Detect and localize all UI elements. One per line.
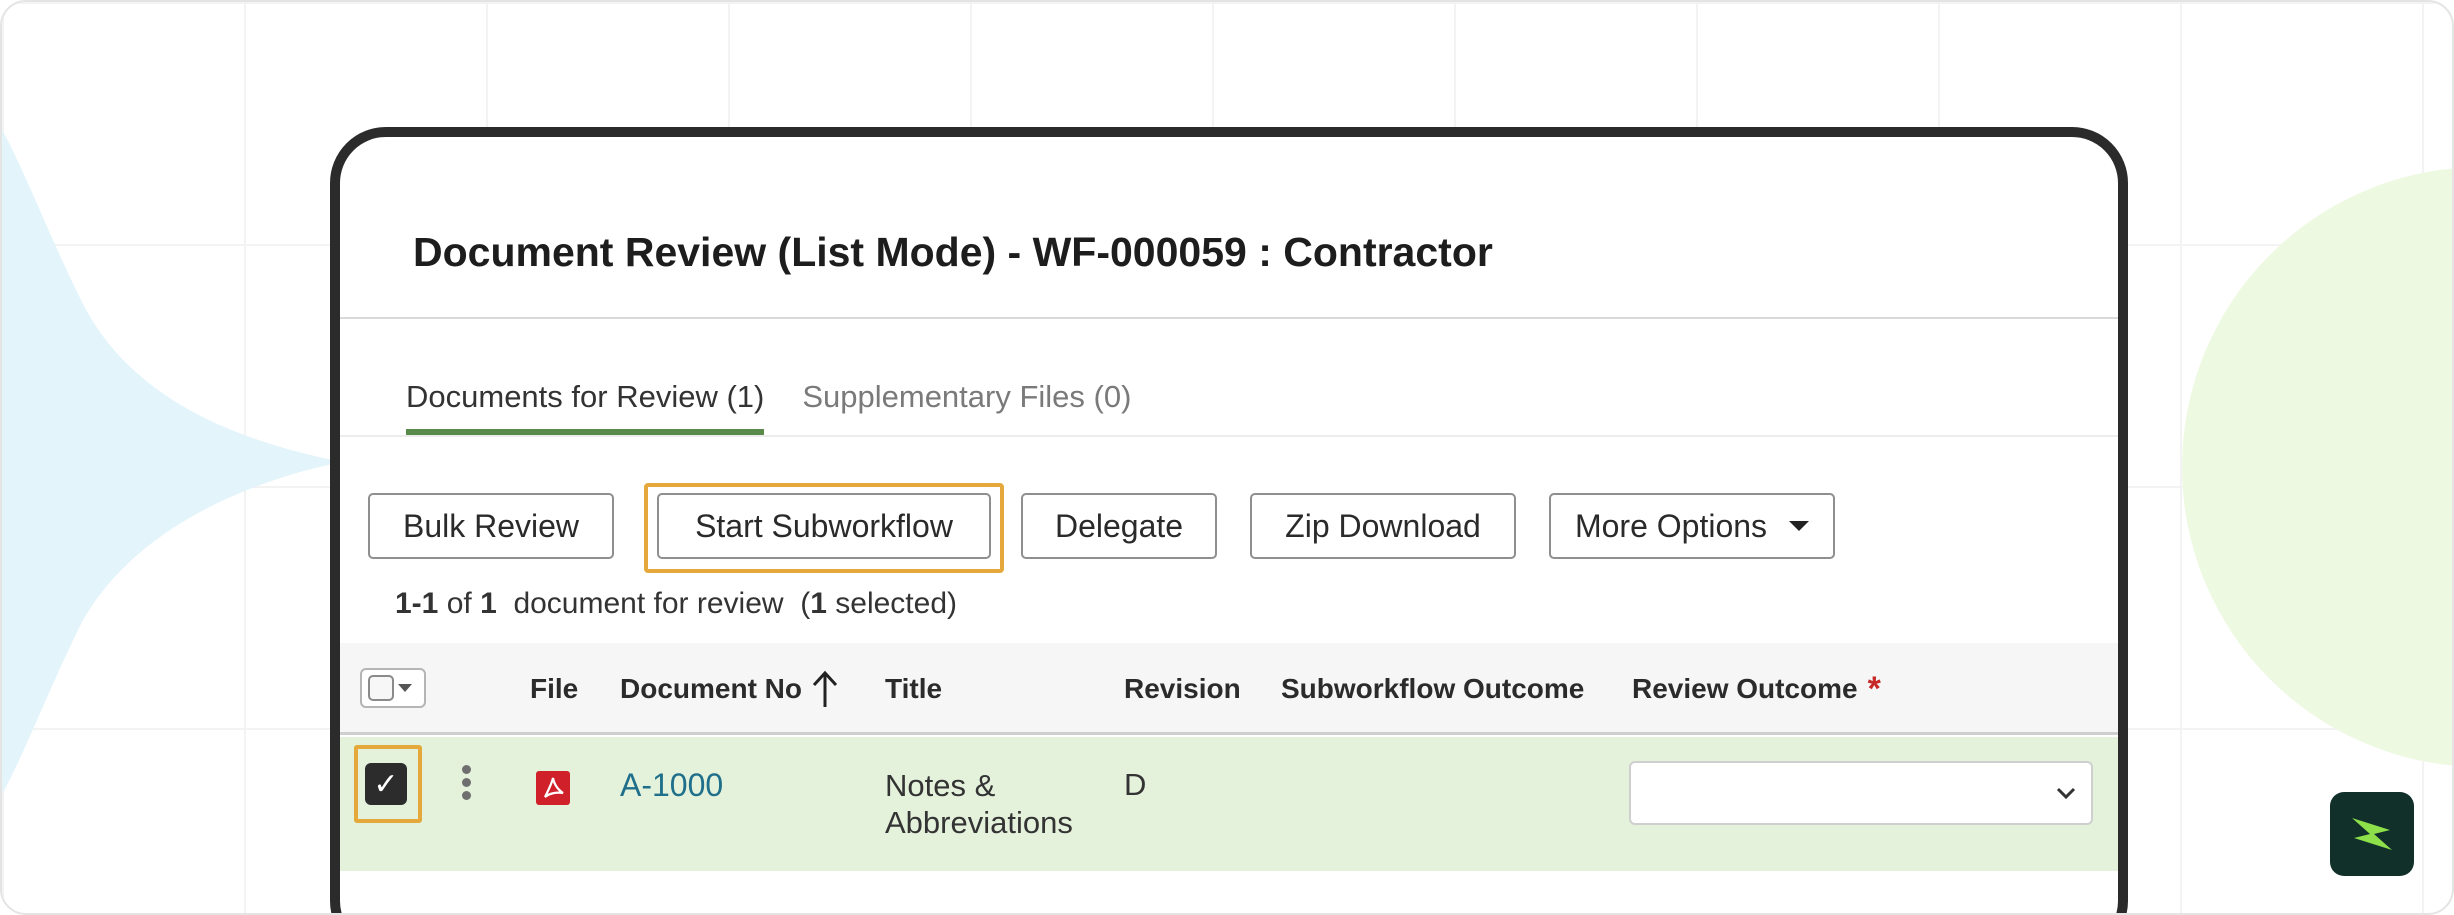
column-header-review-outcome-label: Review Outcome — [1632, 673, 1858, 704]
tab-documents-for-review[interactable]: Documents for Review (1) — [406, 379, 765, 435]
header-divider — [340, 317, 2118, 319]
summary-open-paren: ( — [800, 587, 811, 620]
page-title: Document Review (List Mode) - WF-000059 … — [413, 229, 1493, 275]
lightning-logo-icon — [2352, 818, 2392, 850]
decorative-blob-right — [2182, 168, 2452, 766]
summary-range: 1-1 — [395, 587, 439, 620]
column-header-subworkflow-outcome: Subworkflow Outcome — [1281, 673, 1585, 704]
result-summary: 1-1 of 1 document for review (1 selected… — [395, 587, 957, 621]
column-header-review-outcome: Review Outcome * — [1632, 643, 1881, 735]
more-options-label: More Options — [1574, 507, 1768, 544]
row-checkbox[interactable]: ✓ — [365, 763, 407, 805]
required-marker: * — [1867, 669, 1881, 708]
summary-text: document for review — [513, 587, 784, 620]
summary-selected-count: 1 — [810, 587, 827, 620]
tabs-divider — [340, 435, 2118, 437]
zip-download-button[interactable]: Zip Download — [1250, 493, 1516, 559]
table-row[interactable]: ✓ A-1000 Notes & Abbreviations D — [340, 737, 2118, 871]
sort-ascending-icon — [812, 670, 838, 707]
chevron-down-icon — [2056, 787, 2076, 800]
column-header-document-no[interactable]: Document No — [620, 643, 840, 735]
summary-selected-text: selected) — [835, 587, 957, 620]
pdf-icon[interactable] — [536, 771, 570, 805]
document-revision: D — [1124, 767, 1147, 802]
summary-total: 1 — [480, 587, 497, 620]
table-header: File Document No Title Revision Subworkf… — [340, 643, 2118, 735]
tab-supplementary-files[interactable]: Supplementary Files (0) — [802, 379, 1131, 435]
chevron-down-icon — [398, 684, 412, 692]
bulk-review-button[interactable]: Bulk Review — [368, 493, 614, 559]
app-window: Document Review (List Mode) - WF-000059 … — [330, 127, 2128, 913]
tab-bar: Documents for Review (1) Supplementary F… — [406, 379, 1131, 435]
column-header-document-no-label: Document No — [620, 673, 802, 704]
more-options-button[interactable]: More Options — [1549, 493, 1835, 559]
document-number-link[interactable]: A-1000 — [620, 767, 723, 804]
delegate-button[interactable]: Delegate — [1021, 493, 1217, 559]
column-header-title: Title — [885, 673, 943, 704]
column-header-revision: Revision — [1124, 673, 1241, 704]
checkmark-icon: ✓ — [373, 767, 399, 801]
select-all-checkbox-dropdown[interactable] — [360, 668, 426, 708]
column-header-file: File — [530, 673, 579, 704]
document-title: Notes & Abbreviations — [885, 768, 1073, 840]
caret-down-icon — [1789, 521, 1810, 531]
summary-of: of — [446, 587, 472, 620]
decorative-blob-left — [2, 129, 342, 795]
screenshot-canvas: Document Review (List Mode) - WF-000059 … — [0, 0, 2454, 915]
select-all-checkbox[interactable] — [368, 675, 394, 701]
brand-logo — [2330, 792, 2414, 876]
start-subworkflow-button[interactable]: Start Subworkflow — [657, 493, 991, 559]
kebab-menu-icon[interactable] — [460, 765, 472, 805]
review-outcome-select[interactable] — [1629, 761, 2093, 825]
